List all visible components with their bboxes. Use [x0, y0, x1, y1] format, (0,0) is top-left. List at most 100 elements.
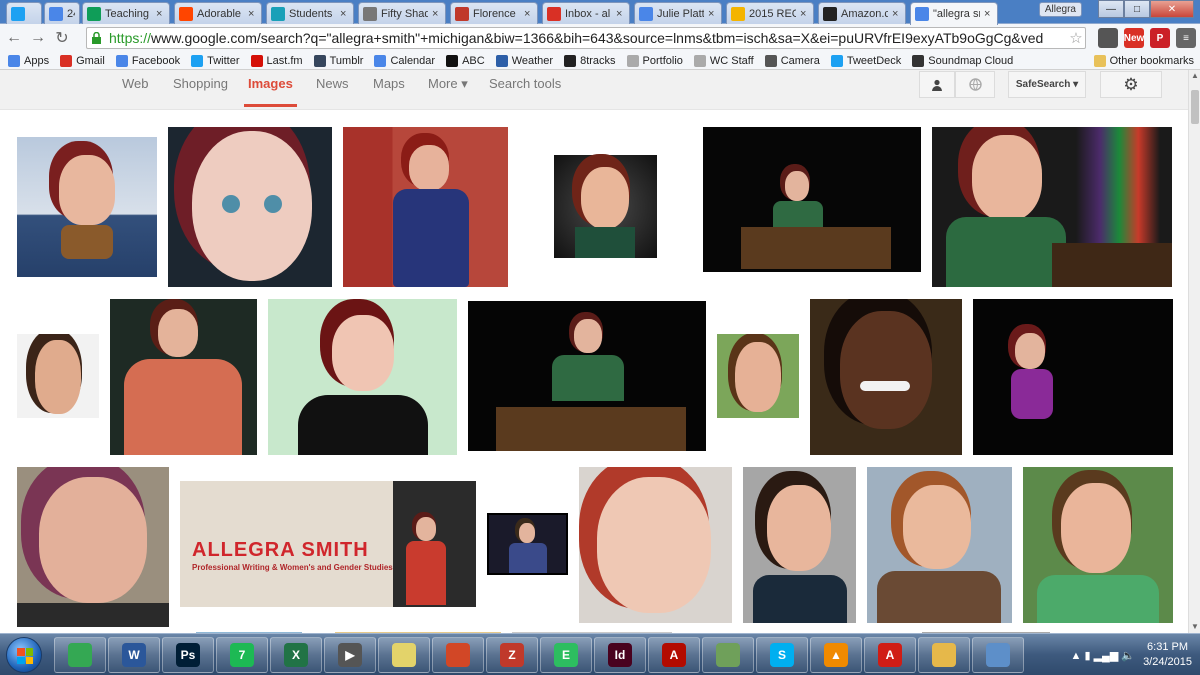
- bookmark-8tracks[interactable]: 8tracks: [564, 54, 616, 67]
- image-result[interactable]: [168, 127, 332, 287]
- maximize-button[interactable]: □: [1124, 0, 1150, 18]
- taskbar-button[interactable]: A: [648, 637, 700, 673]
- tab-close-icon[interactable]: ×: [248, 8, 257, 20]
- image-result[interactable]: [579, 467, 732, 623]
- extension-icon[interactable]: [1098, 28, 1118, 48]
- bookmark-camera[interactable]: Camera: [764, 54, 820, 67]
- taskbar-button[interactable]: Z: [486, 637, 538, 673]
- tab-close-icon[interactable]: ×: [524, 8, 533, 20]
- pinterest-icon[interactable]: P: [1150, 28, 1170, 48]
- image-result[interactable]: [973, 299, 1173, 455]
- settings-gear-icon[interactable]: ⚙: [1100, 71, 1162, 98]
- image-result[interactable]: [932, 127, 1172, 287]
- image-result[interactable]: [703, 127, 921, 272]
- tab-images[interactable]: Images: [244, 76, 297, 107]
- image-result[interactable]: [17, 467, 169, 627]
- browser-tab[interactable]: Teaching ×: [82, 2, 170, 24]
- browser-tab[interactable]: Adorable ×: [174, 2, 262, 24]
- safesearch-dropdown[interactable]: SafeSearch ▾: [1008, 71, 1086, 98]
- image-result[interactable]: ALLEGRA SMITH Professional Writing & Wom…: [180, 481, 476, 607]
- taskbar-button[interactable]: [378, 637, 430, 673]
- tab-close-icon[interactable]: ×: [892, 8, 901, 20]
- scrollbar-thumb[interactable]: [1191, 90, 1199, 124]
- bookmark-last-fm[interactable]: Last.fm: [250, 54, 303, 67]
- taskbar-button[interactable]: S: [756, 637, 808, 673]
- taskbar-button[interactable]: [702, 637, 754, 673]
- image-result[interactable]: [717, 334, 799, 418]
- scroll-down-arrow-icon[interactable]: ▼: [1189, 621, 1200, 633]
- bookmark-tumblr[interactable]: Tumblr: [313, 54, 363, 67]
- browser-tab[interactable]: Inbox - al ×: [542, 2, 630, 24]
- image-result[interactable]: [867, 467, 1012, 623]
- tray-icons[interactable]: ▲ ▮ ▂▄▆ 🔈: [1071, 649, 1136, 662]
- bookmark-tweetdeck[interactable]: TweetDeck: [830, 54, 901, 67]
- browser-tab[interactable]: Fifty Shad ×: [358, 2, 446, 24]
- browser-tab[interactable]: Students ×: [266, 2, 354, 24]
- tab-close-icon[interactable]: ×: [708, 8, 717, 20]
- back-button[interactable]: ←: [4, 28, 24, 48]
- menu-icon[interactable]: ≡: [1176, 28, 1196, 48]
- bookmark-apps[interactable]: Apps: [8, 54, 49, 67]
- forward-button[interactable]: →: [28, 28, 48, 48]
- tab-news[interactable]: News: [316, 76, 349, 91]
- taskbar-button[interactable]: [918, 637, 970, 673]
- taskbar-button[interactable]: 7: [216, 637, 268, 673]
- taskbar-button[interactable]: ▲: [810, 637, 862, 673]
- taskbar-button[interactable]: Ps: [162, 637, 214, 673]
- browser-tab[interactable]: [6, 2, 42, 24]
- tab-close-icon[interactable]: ×: [156, 8, 165, 20]
- tab-close-icon[interactable]: ×: [340, 8, 349, 20]
- taskbar-button[interactable]: [432, 637, 484, 673]
- tab-close-icon[interactable]: ×: [432, 8, 441, 20]
- taskbar-button[interactable]: X: [270, 637, 322, 673]
- tab-close-icon[interactable]: ×: [800, 8, 809, 20]
- image-result[interactable]: [110, 299, 257, 455]
- taskbar-button[interactable]: ▶: [324, 637, 376, 673]
- image-result[interactable]: [487, 513, 568, 575]
- profile-badge[interactable]: Allegra: [1038, 2, 1082, 17]
- tab-shopping[interactable]: Shopping: [173, 76, 228, 91]
- tab-close-icon[interactable]: ×: [984, 8, 993, 20]
- taskbar-button[interactable]: [54, 637, 106, 673]
- close-window-button[interactable]: ✕: [1150, 0, 1194, 18]
- browser-tab[interactable]: 24: [44, 2, 80, 24]
- bookmark-calendar[interactable]: Calendar: [374, 54, 435, 67]
- taskbar-button[interactable]: W: [108, 637, 160, 673]
- other-bookmarks[interactable]: Other bookmarks: [1093, 54, 1194, 67]
- browser-tab[interactable]: "allegra sr ×: [910, 2, 998, 25]
- page-scrollbar[interactable]: ▲ ▼: [1188, 70, 1200, 633]
- tab-maps[interactable]: Maps: [373, 76, 405, 91]
- bookmark-star-icon[interactable]: ☆: [1067, 29, 1085, 47]
- browser-tab[interactable]: Amazon.c ×: [818, 2, 906, 24]
- image-result[interactable]: [810, 299, 962, 455]
- bookmark-wc-staff[interactable]: WC Staff: [693, 54, 754, 67]
- image-result[interactable]: [743, 467, 856, 623]
- image-result[interactable]: [17, 334, 99, 418]
- image-result[interactable]: [343, 127, 508, 287]
- image-result[interactable]: [17, 137, 157, 277]
- world-filter-button[interactable]: [955, 71, 995, 98]
- taskbar-button[interactable]: E: [540, 637, 592, 673]
- bookmark-weather[interactable]: Weather: [495, 54, 553, 67]
- tab-more[interactable]: More ▾: [428, 76, 468, 92]
- search-tools-button[interactable]: Search tools: [489, 76, 561, 91]
- taskbar-button[interactable]: Id: [594, 637, 646, 673]
- start-button[interactable]: [6, 637, 42, 673]
- reload-button[interactable]: ↻: [52, 28, 72, 48]
- browser-tab[interactable]: Julie Platt ×: [634, 2, 722, 24]
- bookmark-abc[interactable]: ABC: [446, 54, 485, 67]
- tab-close-icon[interactable]: ×: [616, 8, 625, 20]
- system-clock[interactable]: 6:31 PM 3/24/2015: [1143, 640, 1192, 670]
- image-result[interactable]: [1023, 467, 1173, 623]
- bookmark-soundmap-cloud[interactable]: Soundmap Cloud: [912, 54, 1013, 67]
- address-url[interactable]: https://www.google.com/search?q="allegra…: [109, 30, 1067, 46]
- minimize-button[interactable]: —: [1098, 0, 1124, 18]
- image-result[interactable]: [268, 299, 457, 455]
- new-badge-icon[interactable]: New: [1124, 28, 1144, 48]
- taskbar-button[interactable]: A: [864, 637, 916, 673]
- bookmark-portfolio[interactable]: Portfolio: [626, 54, 683, 67]
- bookmark-gmail[interactable]: Gmail: [60, 54, 105, 67]
- account-filter-button[interactable]: [919, 71, 955, 98]
- address-bar[interactable]: https://www.google.com/search?q="allegra…: [86, 27, 1086, 49]
- image-result[interactable]: [468, 301, 706, 451]
